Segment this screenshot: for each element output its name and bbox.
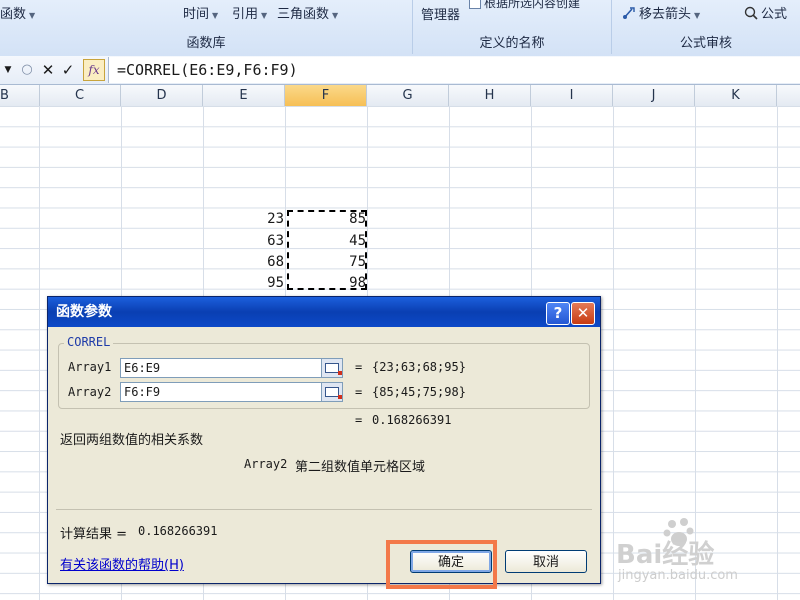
array2-collapse-button[interactable] — [321, 382, 343, 402]
dialog-divider — [56, 509, 592, 510]
time-function-button[interactable]: 时间 ▼ — [183, 3, 218, 22]
range-select-icon — [325, 386, 342, 399]
function-help-link[interactable]: 有关该函数的帮助(H) — [60, 554, 184, 573]
column-header-h[interactable]: H — [449, 85, 531, 106]
chevron-down-icon: ▼ — [212, 11, 219, 20]
array2-label: Array2 — [68, 385, 112, 399]
create-from-selection-button[interactable]: 根据所选内容创建 — [469, 0, 580, 11]
range-select-icon — [325, 362, 342, 375]
ribbon: 函数 ▼ 时间 ▼ 引用 ▼ 三角函数 ▼ 函数库 管理器 根据所选内容创建 定义的名称… — [0, 0, 800, 57]
cell-e7[interactable]: 63 — [204, 231, 284, 251]
help-button[interactable]: ? — [546, 302, 570, 325]
defined-names-group: 管理器 根据所选内容创建 定义的名称 — [413, 0, 612, 54]
watermark: Bai经验 jingyan.baidu.com — [616, 516, 796, 596]
table-icon — [469, 0, 481, 9]
insert-function-button[interactable]: fx — [83, 59, 105, 81]
function-arguments-dialog: 函数参数 ? ✕ CORREL Array1 E6:E9 = {23;63;68… — [47, 296, 601, 584]
calc-result-value: 0.168266391 — [138, 524, 218, 538]
formula-input[interactable]: =CORREL(E6:E9,F6:F9) — [108, 57, 800, 83]
column-headers: B C D E F G H I J K — [0, 85, 800, 107]
chevron-down-icon: ▼ — [261, 11, 268, 20]
column-header-f[interactable]: F — [285, 85, 367, 106]
calc-result-label: 计算结果 = — [60, 527, 128, 542]
chevron-down-icon: ▼ — [694, 11, 701, 20]
cell-e9[interactable]: 95 — [204, 273, 284, 293]
formula-auditing-label: 公式审核 — [679, 36, 732, 51]
ok-button-highlight — [386, 540, 497, 589]
array1-label: Array1 — [68, 360, 112, 374]
selection-marquee — [287, 210, 367, 290]
name-manager-button[interactable]: 管理器 — [421, 4, 460, 23]
column-header-j[interactable]: J — [613, 85, 695, 106]
array1-collapse-button[interactable] — [321, 358, 343, 378]
reference-function-button[interactable]: 引用 ▼ — [232, 3, 267, 22]
defined-names-label: 定义的名称 — [479, 36, 545, 51]
array1-equals: = — [355, 360, 363, 374]
function-library-label: 函数库 — [186, 36, 226, 51]
remove-arrows-icon — [623, 7, 635, 19]
column-header-g[interactable]: G — [367, 85, 449, 106]
argument-help-name: Array2 — [244, 457, 288, 471]
cancel-button[interactable]: 取消 — [505, 550, 587, 573]
watermark-brand: Bai经验 — [616, 540, 715, 570]
formula-result-equals: = — [355, 413, 363, 427]
formula-auditing-group: 移去箭头 ▼ 公式 公式审核 — [612, 0, 800, 54]
array2-input[interactable]: F6:F9 — [120, 382, 325, 402]
column-header-k[interactable]: K — [695, 85, 777, 106]
function-library-group: 函数 ▼ 时间 ▼ 引用 ▼ 三角函数 ▼ 函数库 — [0, 0, 413, 54]
dialog-title: 函数参数 — [56, 304, 112, 320]
argument-help-text: 第二组数值单元格区域 — [295, 460, 426, 475]
array1-input[interactable]: E6:E9 — [120, 358, 325, 378]
cancel-entry-icon[interactable]: ✕ — [40, 60, 56, 80]
column-header-b[interactable]: B — [0, 85, 40, 106]
column-header-i[interactable]: I — [531, 85, 613, 106]
close-button[interactable]: ✕ — [571, 302, 595, 325]
watermark-url: jingyan.baidu.com — [618, 568, 738, 583]
function-description: 返回两组数值的相关系数 — [60, 433, 204, 448]
trig-function-button[interactable]: 三角函数 ▼ — [277, 3, 338, 22]
function-partial-button[interactable]: 函数 ▼ — [0, 3, 35, 22]
chevron-down-icon: ▼ — [29, 11, 36, 20]
magnifier-icon — [744, 6, 758, 20]
dialog-title-bar[interactable]: 函数参数 ? ✕ — [48, 297, 600, 327]
formula-result-value: 0.168266391 — [372, 413, 452, 427]
confirm-entry-icon[interactable]: ✓ — [60, 60, 76, 80]
array2-equals: = — [355, 385, 363, 399]
remove-arrows-button[interactable]: 移去箭头 ▼ — [622, 3, 700, 22]
formula-auditing-partial-button[interactable]: 公式 — [744, 3, 787, 22]
name-box-dropdown-icon[interactable]: ▼ — [2, 60, 14, 80]
chevron-down-icon: ▼ — [332, 11, 339, 20]
function-name-label: CORREL — [64, 335, 114, 349]
array1-result: {23;63;68;95} — [372, 360, 466, 374]
column-header-e[interactable]: E — [203, 85, 285, 106]
array2-result: {85;45;75;98} — [372, 385, 466, 399]
cell-e6[interactable]: 23 — [204, 209, 284, 229]
formula-bar-expander[interactable]: ○ — [20, 60, 34, 80]
column-header-d[interactable]: D — [121, 85, 203, 106]
column-header-c[interactable]: C — [39, 85, 121, 106]
cell-e8[interactable]: 68 — [204, 252, 284, 272]
